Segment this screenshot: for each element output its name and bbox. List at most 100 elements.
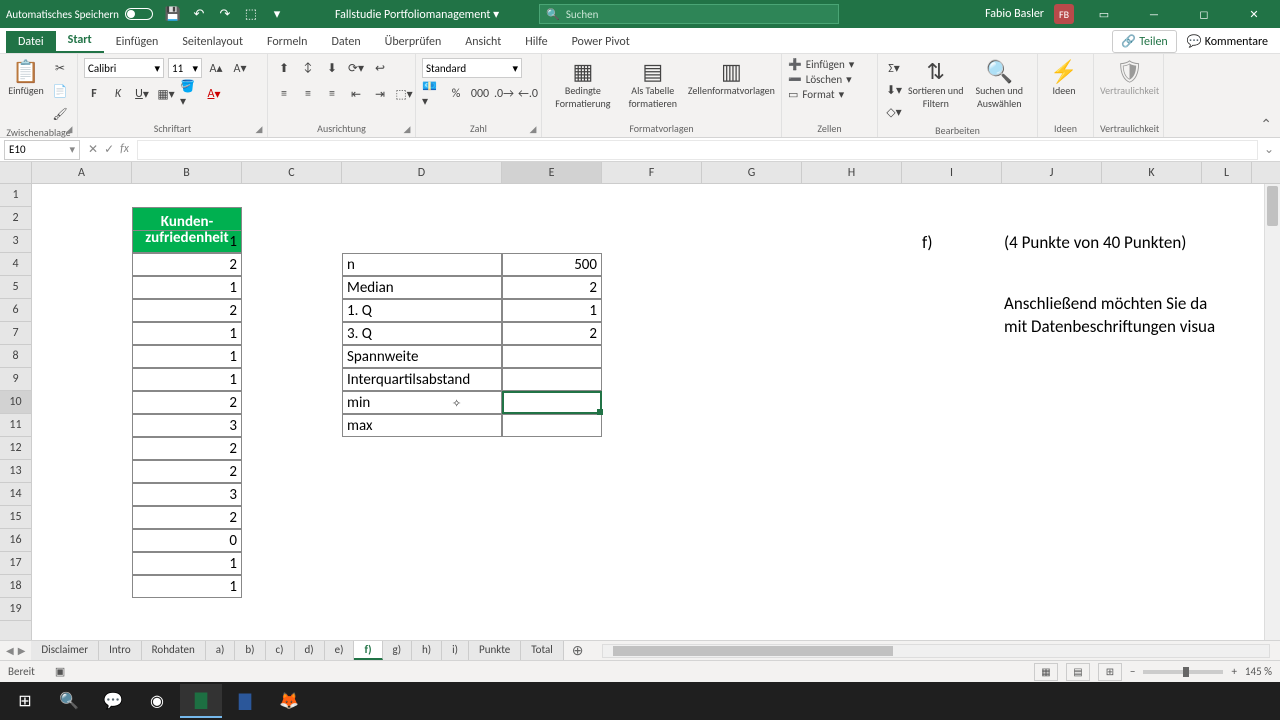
sheet-tab[interactable]: Intro [99,641,142,660]
document-title[interactable]: Fallstudie Portfoliomanagement ▾ [335,7,499,22]
row-header-14[interactable]: 14 [0,483,31,506]
search-box[interactable]: 🔍 Suchen [539,4,839,24]
underline-button[interactable]: U▾ [132,84,152,104]
taskbar-app-1[interactable]: 💬 [92,684,134,718]
clear-icon[interactable]: ◇▾ [884,102,904,122]
ribbon-display-icon[interactable]: ▭ [1084,0,1124,28]
align-top-icon[interactable]: ⬆ [274,58,294,78]
sheet-tab[interactable]: Disclaimer [31,641,99,660]
tab-insert[interactable]: Einfügen [104,31,171,53]
ideas-button[interactable]: ⚡Ideen [1044,58,1084,97]
format-painter-icon[interactable]: 🖌 [50,104,70,124]
column-header-H[interactable]: H [802,162,902,183]
add-sheet-button[interactable]: ⊕ [564,642,592,659]
cell[interactable]: n [342,253,502,276]
cell[interactable]: 1 [132,552,242,575]
cell[interactable]: 2 [132,460,242,483]
spreadsheet-grid[interactable]: ABCDEFGHIJKL 123456789101112131415161718… [0,162,1280,640]
row-header-10[interactable]: 10 [0,391,31,414]
align-right-icon[interactable]: ≡ [322,84,342,104]
page-layout-view-icon[interactable]: ▤ [1066,663,1090,681]
start-button[interactable]: ⊞ [4,684,46,718]
redo-icon[interactable]: ↷ [217,6,233,22]
cell[interactable]: 2 [132,391,242,414]
tab-help[interactable]: Hilfe [513,31,559,53]
cell[interactable]: 3. Q [342,322,502,345]
close-button[interactable]: ✕ [1234,0,1274,28]
cell[interactable]: 1 [132,230,242,253]
row-header-11[interactable]: 11 [0,414,31,437]
taskbar-obs-icon[interactable]: ◉ [136,684,178,718]
align-middle-icon[interactable]: ↕ [298,58,318,78]
tab-home[interactable]: Start [56,29,104,53]
record-macro-icon[interactable]: ▣ [55,665,65,678]
zoom-out-icon[interactable]: − [1130,665,1135,678]
sheet-tab[interactable]: a) [206,641,236,660]
sheet-tab[interactable]: Total [521,641,564,660]
cell[interactable]: 3 [132,414,242,437]
indent-decrease-icon[interactable]: ⇤ [346,84,366,104]
fx-icon[interactable]: fx [120,142,129,157]
cell[interactable] [502,368,602,391]
font-color-button[interactable]: A▾ [204,84,224,104]
row-header-2[interactable]: 2 [0,207,31,230]
expand-formula-icon[interactable]: ⌄ [1258,142,1280,157]
column-header-G[interactable]: G [702,162,802,183]
wrap-text-icon[interactable]: ↩ [370,58,390,78]
sheet-tab[interactable]: g) [383,641,413,660]
insert-cells-button[interactable]: ➕ Einfügen ▾ [788,58,854,71]
decrease-font-icon[interactable]: A▾ [230,58,250,78]
select-all-corner[interactable] [0,162,32,183]
tab-data[interactable]: Daten [319,31,372,53]
tab-view[interactable]: Ansicht [453,31,513,53]
comments-button[interactable]: 💬 Kommentare [1183,30,1272,53]
row-header-18[interactable]: 18 [0,575,31,598]
currency-icon[interactable]: 💶▾ [422,84,442,104]
align-bottom-icon[interactable]: ⬇ [322,58,342,78]
row-header-13[interactable]: 13 [0,460,31,483]
sheet-tab[interactable]: c) [266,641,295,660]
row-header-9[interactable]: 9 [0,368,31,391]
row-header-7[interactable]: 7 [0,322,31,345]
collapse-ribbon-icon[interactable]: ⌃ [1252,112,1280,137]
horizontal-scrollbar[interactable] [602,644,1270,658]
sheet-tab[interactable]: b) [235,641,265,660]
cell[interactable]: Interquartilsabstand [342,368,502,391]
column-header-B[interactable]: B [132,162,242,183]
column-header-F[interactable]: F [602,162,702,183]
border-button[interactable]: ▦▾ [156,84,176,104]
tab-review[interactable]: Überprüfen [373,31,454,53]
copy-icon[interactable]: 📄 [50,81,70,101]
cell-styles-button[interactable]: ▥Zellenformatvorlagen [688,58,775,97]
column-header-K[interactable]: K [1102,162,1202,183]
cell[interactable]: 1 [132,345,242,368]
clipboard-launcher-icon[interactable]: ◢ [63,123,75,135]
touch-mode-icon[interactable]: ⬚ [243,6,259,22]
format-as-table-button[interactable]: ▤Als Tabelle formatieren [622,58,684,110]
sheet-tab[interactable]: i) [442,641,469,660]
cell[interactable]: 2 [132,437,242,460]
zoom-in-icon[interactable]: + [1231,665,1236,678]
undo-icon[interactable]: ↶ [191,6,207,22]
column-header-I[interactable]: I [902,162,1002,183]
comma-icon[interactable]: 000 [470,84,490,104]
sheet-nav-prev-icon[interactable]: ◀ [6,644,14,657]
cell[interactable]: 0 [132,529,242,552]
decrease-decimal-icon[interactable]: ←.0 [518,84,538,104]
orientation-icon[interactable]: ⟳▾ [346,58,366,78]
autosum-icon[interactable]: Σ▾ [884,58,904,78]
number-format-select[interactable]: Standard▾ [422,58,522,78]
row-header-1[interactable]: 1 [0,184,31,207]
user-avatar[interactable]: FB [1054,4,1074,24]
cell[interactable] [502,391,602,414]
row-header-3[interactable]: 3 [0,230,31,253]
row-header-5[interactable]: 5 [0,276,31,299]
conditional-formatting-button[interactable]: ▦Bedingte Formatierung [548,58,618,110]
cell[interactable]: 1 [502,299,602,322]
normal-view-icon[interactable]: ▦ [1034,663,1058,681]
cell[interactable]: min [342,391,502,414]
column-header-L[interactable]: L [1202,162,1252,183]
maximize-button[interactable]: ◻ [1184,0,1224,28]
cell[interactable]: 500 [502,253,602,276]
taskbar-word-icon[interactable]: ▇ [224,684,266,718]
